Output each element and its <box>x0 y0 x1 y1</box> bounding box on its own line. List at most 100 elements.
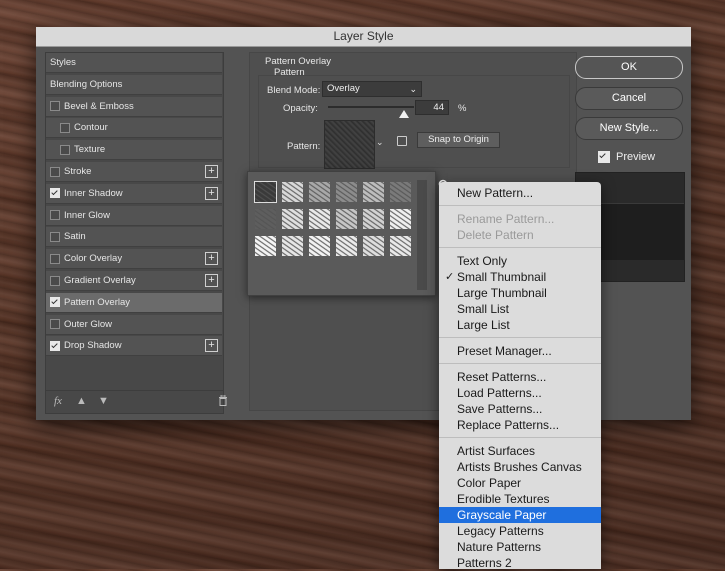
style-checkbox[interactable] <box>50 319 60 330</box>
add-effect-icon[interactable]: + <box>205 186 218 200</box>
menu-item-erodible-textures[interactable]: Erodible Textures <box>439 491 601 507</box>
menu-item-reset-patterns[interactable]: Reset Patterns... <box>439 369 601 385</box>
preview-toggle[interactable]: Preview <box>598 151 655 163</box>
menu-item-label: Artist Surfaces <box>457 444 536 458</box>
style-item-label: Color Overlay <box>64 253 123 265</box>
pattern-swatch-item[interactable] <box>362 235 385 257</box>
blend-mode-select[interactable]: Overlay ⌄ <box>322 81 422 97</box>
pattern-swatch-item[interactable] <box>362 181 385 203</box>
menu-item-legacy-patterns[interactable]: Legacy Patterns <box>439 523 601 539</box>
style-item-label: Inner Glow <box>64 209 110 221</box>
pattern-swatch-item[interactable] <box>389 208 412 230</box>
menu-item-preset-manager[interactable]: Preset Manager... <box>439 343 601 359</box>
pattern-picker-popup <box>247 171 448 296</box>
popup-scrollbar[interactable] <box>417 180 427 290</box>
menu-item-text-only[interactable]: Text Only <box>439 253 601 269</box>
menu-item-label: Reset Patterns... <box>457 370 547 384</box>
pattern-swatch-item[interactable] <box>254 208 277 230</box>
style-item-drop-shadow[interactable]: Drop Shadow + <box>46 336 222 357</box>
chevron-down-icon: ⌄ <box>409 84 417 94</box>
style-item-label: Blending Options <box>50 78 123 90</box>
menu-item-color-paper[interactable]: Color Paper <box>439 475 601 491</box>
preview-checkbox[interactable] <box>598 151 610 163</box>
style-checkbox[interactable] <box>60 122 70 133</box>
menu-item-rename-pattern: Rename Pattern... <box>439 211 601 227</box>
pattern-swatch-item[interactable] <box>308 208 331 230</box>
style-checkbox[interactable] <box>60 144 70 155</box>
opacity-input[interactable]: 44 <box>415 100 449 115</box>
pattern-swatch-item[interactable] <box>389 181 412 203</box>
style-item-inner-shadow[interactable]: Inner Shadow + <box>46 183 222 204</box>
pattern-swatch-item[interactable] <box>254 235 277 257</box>
menu-item-replace-patterns[interactable]: Replace Patterns... <box>439 417 601 433</box>
style-item-bevel-emboss[interactable]: Bevel & Emboss <box>46 96 222 117</box>
pattern-swatch-item[interactable] <box>281 235 304 257</box>
ok-button[interactable]: OK <box>575 56 683 79</box>
pattern-swatch-item[interactable] <box>308 235 331 257</box>
menu-item-nature-patterns[interactable]: Nature Patterns <box>439 539 601 555</box>
menu-item-save-patterns[interactable]: Save Patterns... <box>439 401 601 417</box>
pattern-swatch-item[interactable] <box>335 208 358 230</box>
pattern-swatch-item[interactable] <box>281 181 304 203</box>
add-effect-icon[interactable]: + <box>205 252 218 266</box>
style-item-texture[interactable]: Texture <box>46 140 222 161</box>
arrow-up-icon[interactable]: ▲ <box>76 395 87 407</box>
blend-mode-label: Blend Mode: <box>267 85 321 96</box>
menu-item-new-pattern[interactable]: New Pattern... <box>439 185 601 201</box>
style-item-blending-options[interactable]: Blending Options <box>46 74 222 95</box>
opacity-slider-track[interactable] <box>328 106 414 108</box>
style-checkbox[interactable] <box>50 297 60 308</box>
add-effect-icon[interactable]: + <box>205 274 218 287</box>
style-checkbox[interactable] <box>50 101 60 112</box>
menu-item-label: Preset Manager... <box>457 344 552 358</box>
style-item-contour[interactable]: Contour <box>46 118 222 139</box>
menu-item-label: Large Thumbnail <box>457 286 547 300</box>
pattern-swatch-item[interactable] <box>254 181 277 203</box>
style-item-outer-glow[interactable]: Outer Glow <box>46 314 222 335</box>
opacity-slider-thumb[interactable] <box>398 110 409 118</box>
snap-to-origin-button[interactable]: Snap to Origin <box>417 132 500 148</box>
pattern-swatch-item[interactable] <box>362 208 385 230</box>
menu-item-small-thumbnail[interactable]: ✓ Small Thumbnail <box>439 269 601 285</box>
pattern-swatch-item[interactable] <box>308 181 331 203</box>
menu-item-label: Color Paper <box>457 476 522 490</box>
style-checkbox[interactable] <box>50 188 60 199</box>
add-effect-icon[interactable]: + <box>205 165 218 178</box>
style-item-styles[interactable]: Styles <box>46 53 222 73</box>
style-item-color-overlay[interactable]: Color Overlay + <box>46 249 222 270</box>
style-checkbox[interactable] <box>50 253 60 264</box>
style-item-gradient-overlay[interactable]: Gradient Overlay + <box>46 271 222 291</box>
arrow-down-icon[interactable]: ▼ <box>98 395 109 407</box>
style-item-pattern-overlay[interactable]: Pattern Overlay <box>46 292 222 313</box>
menu-item-grayscale-paper[interactable]: Grayscale Paper <box>439 507 601 523</box>
new-preset-icon[interactable] <box>397 136 407 146</box>
menu-item-artists-brushes-canvas[interactable]: Artists Brushes Canvas <box>439 459 601 475</box>
pattern-swatch-item[interactable] <box>389 235 412 257</box>
fx-icon[interactable]: fx <box>54 395 62 407</box>
style-checkbox[interactable] <box>50 210 60 221</box>
pattern-swatch-item[interactable] <box>335 181 358 203</box>
menu-item-small-list[interactable]: Small List <box>439 301 601 317</box>
menu-item-artist-surfaces[interactable]: Artist Surfaces <box>439 443 601 459</box>
opacity-unit: % <box>458 103 467 114</box>
style-item-inner-glow[interactable]: Inner Glow <box>46 205 222 226</box>
style-checkbox[interactable] <box>50 340 60 351</box>
pattern-swatch-item[interactable] <box>335 235 358 257</box>
style-checkbox[interactable] <box>50 166 60 177</box>
new-style-button[interactable]: New Style... <box>575 117 683 140</box>
menu-item-large-thumbnail[interactable]: Large Thumbnail <box>439 285 601 301</box>
trash-icon[interactable] <box>218 394 228 409</box>
style-checkbox[interactable] <box>50 275 60 286</box>
menu-item-load-patterns[interactable]: Load Patterns... <box>439 385 601 401</box>
pattern-swatch-item[interactable] <box>281 208 304 230</box>
style-item-satin[interactable]: Satin <box>46 227 222 248</box>
menu-item-large-list[interactable]: Large List <box>439 317 601 333</box>
pattern-swatch[interactable] <box>324 120 375 169</box>
cancel-button[interactable]: Cancel <box>575 87 683 110</box>
style-item-label: Pattern Overlay <box>64 296 130 308</box>
style-checkbox[interactable] <box>50 231 60 242</box>
chevron-down-icon[interactable]: ⌄ <box>376 137 384 148</box>
add-effect-icon[interactable]: + <box>205 339 218 353</box>
style-item-stroke[interactable]: Stroke + <box>46 162 222 182</box>
window-title: Layer Style <box>36 27 691 47</box>
